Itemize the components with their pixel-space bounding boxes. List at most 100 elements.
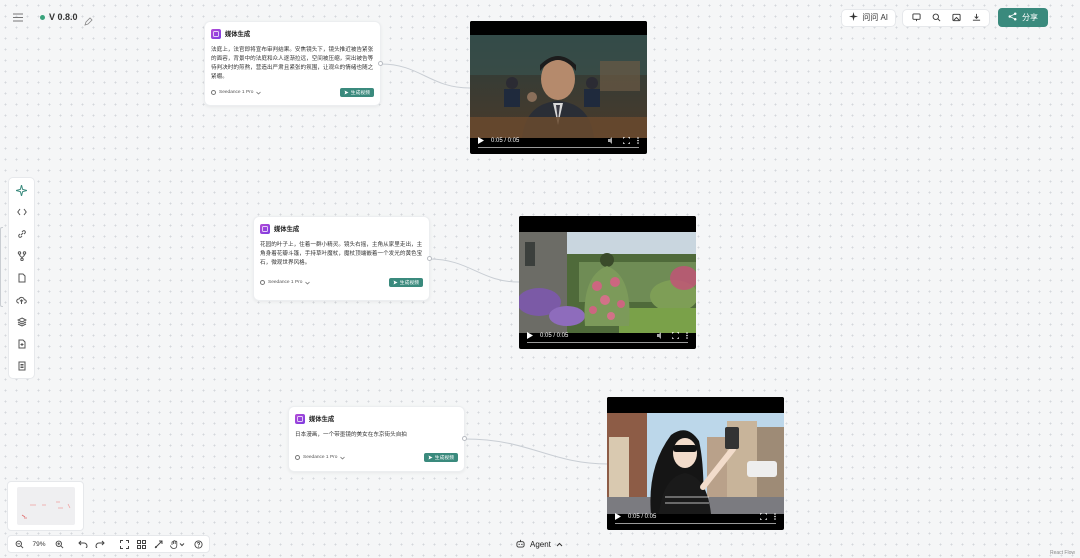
add-file-icon[interactable] bbox=[14, 336, 30, 352]
minimap-nodes bbox=[21, 501, 71, 519]
left-sidebar bbox=[8, 177, 35, 379]
share-button[interactable]: 分享 bbox=[998, 8, 1048, 27]
media-gen-icon bbox=[211, 28, 221, 39]
file-icon[interactable] bbox=[14, 270, 30, 286]
menu-icon[interactable] bbox=[12, 11, 24, 23]
video-progress-bar[interactable] bbox=[478, 146, 639, 148]
model-icon bbox=[260, 280, 265, 285]
undo-icon[interactable] bbox=[75, 537, 91, 551]
prompt-text[interactable]: 法庭上，法官即将宣布审判结果。安焦镜头下，镜头推近被告紧张的面容，背景中的法庭和… bbox=[211, 46, 374, 82]
agent-label: Agent bbox=[530, 540, 551, 549]
code-icon[interactable] bbox=[14, 204, 30, 220]
sparkle-icon bbox=[849, 12, 859, 23]
sidebar-edge bbox=[0, 227, 3, 307]
model-label: Seedance 1 Pro bbox=[219, 90, 254, 95]
edit-icon[interactable] bbox=[83, 13, 93, 26]
search-icon[interactable] bbox=[927, 10, 945, 26]
play-icon[interactable] bbox=[478, 136, 484, 146]
share-label: 分享 bbox=[1022, 13, 1038, 22]
version-label: V 0.8.0 bbox=[49, 12, 78, 22]
video-time: 0:05 / 0:05 bbox=[540, 333, 569, 339]
node-footer: Seedance 1 Pro 生成视频 bbox=[211, 88, 374, 97]
volume-icon[interactable] bbox=[657, 331, 665, 341]
redo-icon[interactable] bbox=[92, 537, 108, 551]
media-node-2[interactable]: 媒体生成 花园的叶子上，住着一群小精灵。镜头右摇，主角从家里走出，主角身着花瓣斗… bbox=[253, 216, 430, 301]
prompt-text[interactable]: 日本漫画，一个带墨镜的美女在东京街头自拍 bbox=[295, 431, 458, 440]
video-controls: 0:05 / 0:05 bbox=[607, 504, 784, 530]
output-port[interactable] bbox=[378, 61, 383, 66]
generate-video-button[interactable]: 生成视频 bbox=[423, 453, 458, 462]
video-progress-bar[interactable] bbox=[615, 522, 776, 524]
image-icon[interactable] bbox=[947, 10, 965, 26]
media-node-3[interactable]: 媒体生成 日本漫画，一个带墨镜的美女在东京街头自拍 Seedance 1 Pro… bbox=[288, 406, 465, 472]
ask-ai-button[interactable]: 问问 AI bbox=[841, 8, 896, 27]
more-options-icon[interactable] bbox=[774, 512, 776, 522]
video-controls: 0:05 / 0:05 bbox=[519, 323, 696, 349]
ai-sparkle-icon[interactable] bbox=[14, 182, 30, 198]
generate-label: 生成视频 bbox=[434, 456, 454, 461]
more-options-icon[interactable] bbox=[637, 136, 639, 146]
top-toolbar: 问问 AI 分享 bbox=[841, 8, 1048, 27]
send-icon bbox=[344, 90, 349, 95]
chevron-up-icon bbox=[556, 540, 563, 549]
video-player-3[interactable]: 0:05 / 0:05 bbox=[607, 397, 784, 530]
model-select[interactable]: Seedance 1 Pro bbox=[295, 455, 346, 460]
model-label: Seedance 1 Pro bbox=[268, 280, 303, 285]
model-select[interactable]: Seedance 1 Pro bbox=[211, 90, 262, 95]
minimap[interactable] bbox=[7, 481, 84, 531]
volume-icon[interactable] bbox=[608, 136, 616, 146]
model-select[interactable]: Seedance 1 Pro bbox=[260, 280, 311, 285]
grid-icon[interactable] bbox=[133, 537, 149, 551]
ask-ai-label: 问问 AI bbox=[862, 13, 888, 22]
play-icon[interactable] bbox=[615, 512, 621, 522]
node-title: 媒体生成 bbox=[225, 31, 251, 38]
fullscreen-icon[interactable] bbox=[622, 136, 631, 146]
play-icon[interactable] bbox=[527, 331, 533, 341]
bottom-toolbar: 79% bbox=[7, 535, 210, 553]
react-flow-attribution[interactable]: React Flow bbox=[1050, 550, 1075, 556]
help-icon[interactable] bbox=[190, 537, 206, 551]
more-options-icon[interactable] bbox=[686, 331, 688, 341]
layers-icon[interactable] bbox=[14, 314, 30, 330]
prompt-text[interactable]: 花园的叶子上，住着一群小精灵。镜头右摇，主角从家里走出，主角身着花瓣斗篷，手持草… bbox=[260, 241, 423, 268]
generate-video-button[interactable]: 生成视频 bbox=[339, 88, 374, 97]
edge-3 bbox=[464, 438, 609, 465]
upload-cloud-icon[interactable] bbox=[14, 292, 30, 308]
fullscreen-icon[interactable] bbox=[671, 331, 680, 341]
node-header: 媒体生成 bbox=[260, 223, 423, 234]
output-port[interactable] bbox=[462, 436, 467, 441]
agent-toggle[interactable]: Agent bbox=[516, 539, 563, 550]
tool-icon-group bbox=[902, 8, 990, 27]
branch-icon[interactable] bbox=[14, 248, 30, 264]
auto-layout-icon[interactable] bbox=[150, 537, 166, 551]
hand-tool-icon[interactable] bbox=[167, 537, 189, 551]
zoom-out-icon[interactable] bbox=[11, 537, 27, 551]
header-left: V 0.8.0 bbox=[12, 10, 93, 26]
chevron-down-icon bbox=[340, 456, 346, 459]
node-header: 媒体生成 bbox=[211, 28, 374, 39]
media-gen-icon bbox=[295, 413, 305, 424]
fit-view-icon[interactable] bbox=[116, 537, 132, 551]
fullscreen-icon[interactable] bbox=[759, 512, 768, 522]
chevron-down-icon bbox=[256, 91, 262, 94]
download-icon[interactable] bbox=[967, 10, 985, 26]
chevron-down-icon bbox=[305, 281, 311, 284]
send-icon bbox=[393, 280, 398, 285]
video-player-2[interactable]: 0:05 / 0:05 bbox=[519, 216, 696, 349]
model-icon bbox=[211, 90, 216, 95]
video-player-1[interactable]: 0:05 / 0:05 bbox=[470, 21, 647, 154]
present-icon[interactable] bbox=[907, 10, 925, 26]
output-port[interactable] bbox=[427, 256, 432, 261]
generate-label: 生成视频 bbox=[350, 91, 370, 96]
video-progress-bar[interactable] bbox=[527, 341, 688, 343]
zoom-in-icon[interactable] bbox=[51, 537, 67, 551]
link-icon[interactable] bbox=[14, 226, 30, 242]
zoom-level: 79% bbox=[32, 540, 46, 548]
video-time: 0:05 / 0:05 bbox=[628, 514, 657, 520]
node-title: 媒体生成 bbox=[309, 416, 335, 423]
document-icon[interactable] bbox=[14, 358, 30, 374]
edge-2 bbox=[428, 258, 520, 283]
media-node-1[interactable]: 媒体生成 法庭上，法官即将宣布审判结果。安焦镜头下，镜头推近被告紧张的面容，背景… bbox=[204, 21, 381, 106]
video-time: 0:05 / 0:05 bbox=[491, 138, 520, 144]
generate-video-button[interactable]: 生成视频 bbox=[388, 278, 423, 287]
